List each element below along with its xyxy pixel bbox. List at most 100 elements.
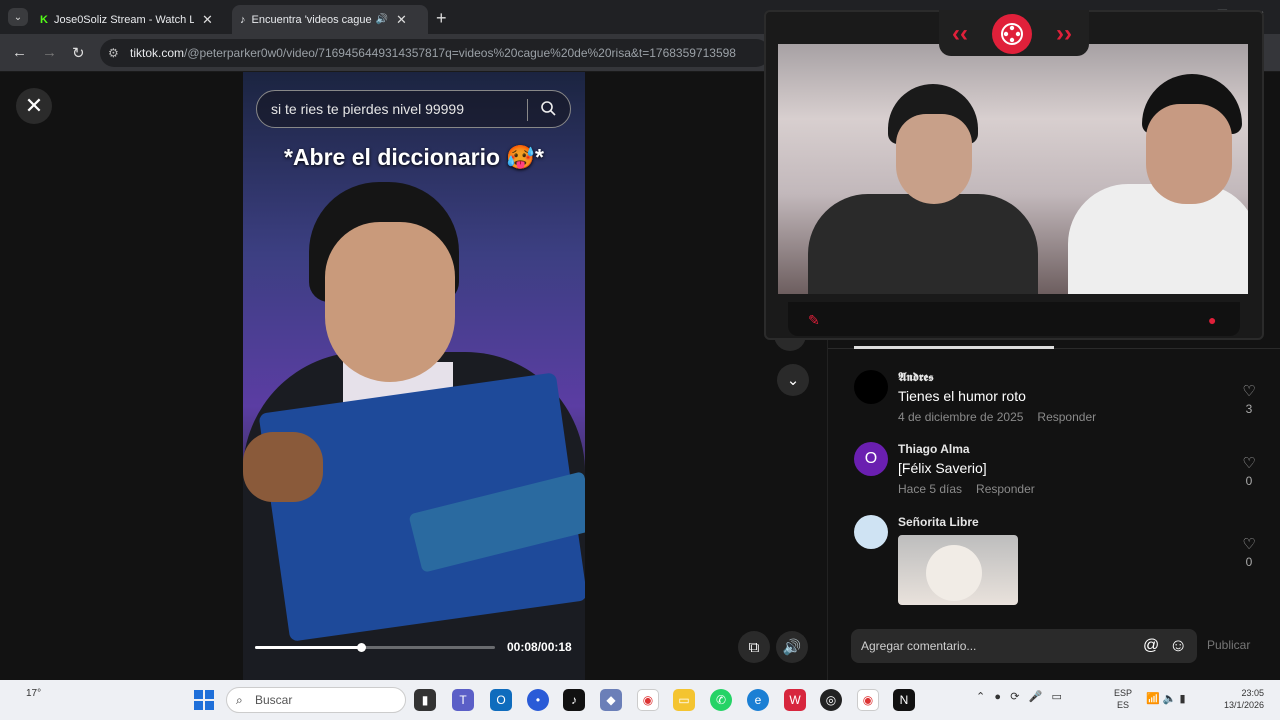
picture-in-picture-button[interactable]: ⧉: [738, 631, 770, 663]
video-search-bar[interactable]: si te ries te pierdes nivel 99999: [256, 90, 571, 128]
floating-player-icon: ⧉: [748, 638, 760, 656]
back-icon[interactable]: ←: [12, 44, 27, 61]
webcam-person-left-face: [896, 114, 972, 204]
taskbar-search[interactable]: ⌕ Buscar: [226, 687, 406, 713]
gif-dog-image: [926, 545, 982, 601]
comment-date: Hace 5 días: [898, 482, 963, 496]
reply-button[interactable]: Responder: [1037, 410, 1096, 424]
windows-start-icon[interactable]: [194, 690, 214, 710]
avatar[interactable]: [854, 370, 888, 404]
url-path: /@peterparker0w0/video/71694564493143578…: [184, 46, 736, 60]
like-button[interactable]: ♡ 0: [1234, 535, 1264, 569]
pencil-icon: ✎: [808, 312, 820, 328]
outlook-icon[interactable]: O: [490, 689, 512, 711]
reply-button[interactable]: Responder: [976, 482, 1035, 496]
language-indicator[interactable]: ESP ES: [1114, 687, 1132, 711]
webcam-feed: [778, 44, 1248, 294]
network-volume-battery-icons[interactable]: 📶 🔈 ▮: [1146, 692, 1186, 705]
comment-username[interactable]: Thiago Alma: [898, 442, 970, 456]
app-icon[interactable]: •: [527, 689, 549, 711]
audio-playing-icon[interactable]: 🔊: [376, 14, 388, 25]
video-progress-handle[interactable]: [356, 643, 366, 652]
app-icon-3[interactable]: W: [784, 689, 806, 711]
site-info-icon[interactable]: ⚙: [108, 46, 119, 60]
film-reel-icon: [992, 14, 1032, 54]
comment-meta: Hace 5 días Responder: [898, 482, 1035, 496]
like-button[interactable]: ♡ 0: [1234, 454, 1264, 488]
address-bar[interactable]: tiktok.com/@peterparker0w0/video/7169456…: [100, 39, 770, 67]
comment-item: 𝕬𝖓𝖉𝖗𝖊𝖘 Tienes el humor roto 4 de diciemb…: [854, 370, 1256, 430]
url-host: tiktok.com: [130, 46, 185, 60]
comment-item: Señorita Libre ♡ 0: [854, 515, 1256, 615]
mention-icon[interactable]: @: [1143, 637, 1159, 655]
forward-icon[interactable]: →: [42, 44, 57, 61]
chrome-icon[interactable]: ◉: [637, 689, 659, 711]
search-icon: ⌕: [236, 693, 243, 707]
edge-icon[interactable]: e: [747, 689, 769, 711]
taskbar-search-placeholder: Buscar: [255, 693, 293, 707]
heart-icon: ♡: [1242, 536, 1256, 553]
webcam-person-right-body: [1068, 184, 1248, 294]
chevron-right-icon: ››: [1056, 20, 1072, 47]
obs-icon[interactable]: ◎: [820, 689, 842, 711]
comment-gif[interactable]: [898, 535, 1018, 605]
webcam-footer: [788, 302, 1240, 336]
search-icon[interactable]: [540, 100, 556, 116]
new-tab-button[interactable]: +: [436, 8, 447, 29]
tiktok-app-icon[interactable]: ♪: [563, 689, 585, 711]
like-count: 3: [1245, 402, 1253, 416]
avatar-letter: O: [864, 450, 878, 467]
video-player[interactable]: si te ries te pierdes nivel 99999 *Abre …: [243, 72, 585, 680]
comment-input[interactable]: Agregar comentario... @ ☺: [851, 629, 1197, 663]
kick-icon: K: [40, 13, 48, 26]
avatar[interactable]: O: [854, 442, 888, 476]
comment-username[interactable]: Señorita Libre: [898, 515, 979, 529]
clock[interactable]: 23:05 13/1/2026: [1212, 687, 1264, 711]
webcam-overlay: ‹‹ ›› ✎ ●: [764, 10, 1264, 340]
close-video-button[interactable]: ✕: [16, 88, 52, 124]
tiktok-icon: ♪: [240, 13, 246, 26]
language-top: ESP: [1114, 688, 1133, 698]
video-search-text: si te ries te pierdes nivel 99999: [271, 101, 464, 117]
file-explorer-icon[interactable]: ▭: [673, 689, 695, 711]
tab-tiktok[interactable]: ♪ Encuentra 'videos cague de' 🔊 ✕: [232, 5, 428, 34]
video-progress-bar[interactable]: [255, 643, 495, 652]
tab-kick-stream[interactable]: K Jose0Soliz Stream - Watch Live ✕: [32, 5, 228, 34]
close-tab-icon[interactable]: ✕: [396, 12, 407, 28]
active-tab-indicator: [854, 346, 1054, 349]
volume-button[interactable]: 🔊: [776, 631, 808, 663]
chrome-profile-icon[interactable]: ◉: [857, 689, 879, 711]
avatar[interactable]: [854, 515, 888, 549]
task-view-icon[interactable]: ▮: [414, 689, 436, 711]
tiktok-page: ✕ si te ries te pierdes nivel 99999 *Abr…: [0, 10, 1280, 680]
language-bottom: ES: [1117, 700, 1130, 710]
comment-meta: 4 de diciembre de 2025 Responder: [898, 410, 1096, 424]
comment-placeholder: Agregar comentario...: [861, 639, 977, 653]
comment-text: [Félix Saverio]: [898, 460, 987, 476]
emoji-icon[interactable]: ☺: [1169, 635, 1187, 656]
volume-icon: 🔊: [782, 639, 802, 656]
like-count: 0: [1245, 474, 1253, 488]
like-button[interactable]: ♡ 3: [1234, 382, 1264, 416]
whatsapp-icon[interactable]: ✆: [710, 689, 732, 711]
heart-icon: ♡: [1242, 383, 1256, 400]
tab-search-button[interactable]: ⌄: [8, 8, 28, 26]
weather-widget[interactable]: 17°: [26, 688, 41, 699]
person-icon: ●: [1208, 312, 1217, 328]
video-frame-face: [325, 222, 455, 382]
video-timecode: 00:08/00:18: [507, 640, 572, 654]
reload-icon[interactable]: ↻: [72, 44, 85, 62]
publish-button[interactable]: Publicar: [1207, 638, 1250, 652]
app-icon-2[interactable]: ◆: [600, 689, 622, 711]
scroll-down-button[interactable]: ⌄: [777, 364, 809, 396]
teams-icon[interactable]: T: [452, 689, 474, 711]
comment-text: Tienes el humor roto: [898, 388, 1026, 404]
chevron-down-icon: ⌄: [786, 372, 800, 389]
like-count: 0: [1245, 555, 1253, 569]
comment-username[interactable]: 𝕬𝖓𝖉𝖗𝖊𝖘: [898, 370, 934, 385]
close-tab-icon[interactable]: ✕: [202, 12, 213, 28]
video-frame-hand: [243, 432, 323, 502]
notion-icon[interactable]: N: [893, 689, 915, 711]
system-tray[interactable]: ⌃ ● ⟳ 🎤 ▭: [976, 690, 1068, 703]
webcam-person-right-face: [1146, 104, 1232, 204]
